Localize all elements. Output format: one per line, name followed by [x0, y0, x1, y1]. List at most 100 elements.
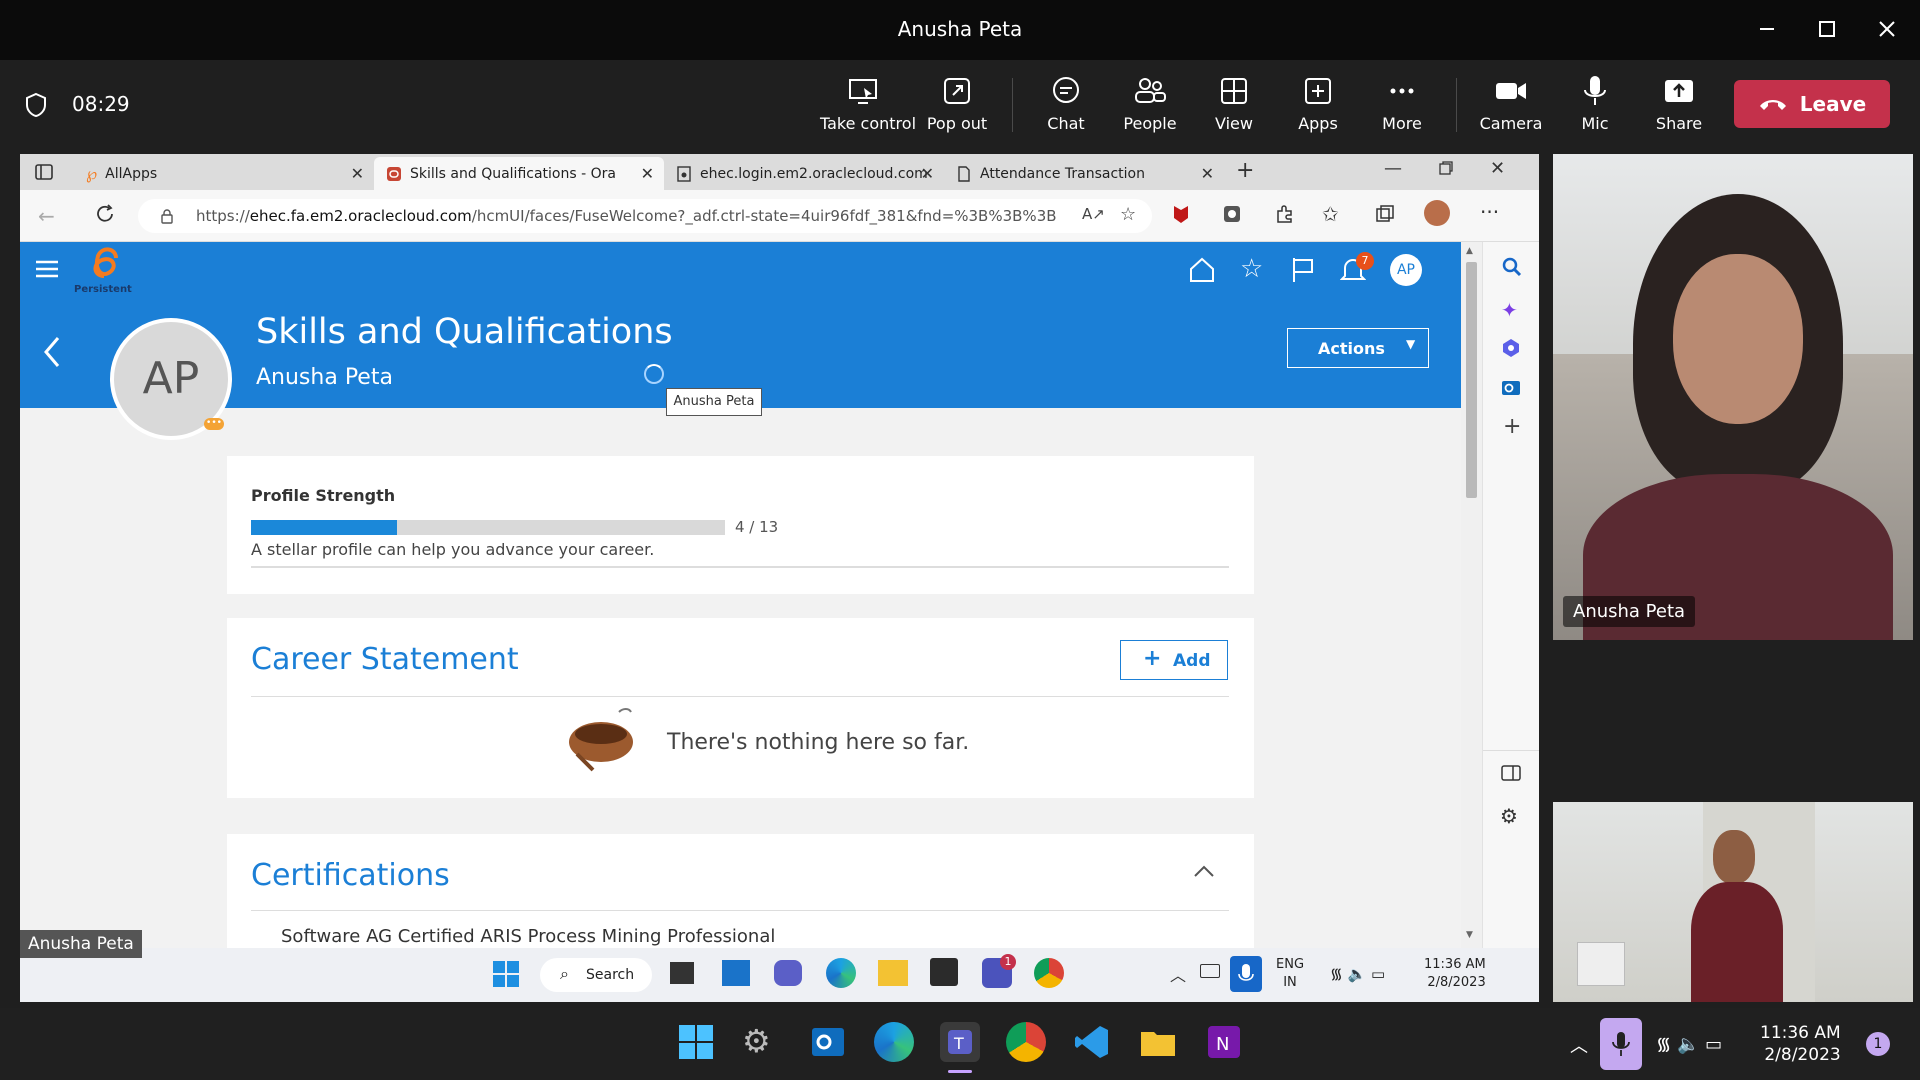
back-arrow-icon[interactable]: ←	[38, 204, 55, 228]
windows-start-icon[interactable]	[492, 960, 520, 988]
collapse-chevron-icon[interactable]	[1193, 864, 1215, 878]
edge-app-icon[interactable]	[874, 1022, 914, 1062]
language-indicator[interactable]: ENG IN	[1276, 956, 1304, 992]
mic-icon	[1578, 74, 1612, 108]
windows-start-icon[interactable]	[676, 1022, 716, 1062]
mcafee-extension-icon[interactable]	[1170, 203, 1192, 225]
user-menu-avatar[interactable]: AP	[1390, 254, 1422, 286]
tab-allapps[interactable]: ℘ AllApps ✕	[74, 157, 374, 190]
favorites-star-icon[interactable]: ☆	[1240, 255, 1263, 283]
remote-clock[interactable]: 11:36 AM 2/8/2023	[1424, 956, 1486, 992]
page-scrollbar[interactable]: ▲ ▼	[1461, 242, 1482, 948]
outlook-icon[interactable]	[1501, 378, 1521, 398]
participant-face	[1673, 254, 1803, 424]
favorites-icon[interactable]: ✩	[1322, 202, 1339, 226]
settings-more-icon[interactable]: ···	[1480, 200, 1499, 224]
hide-sidebar-icon[interactable]	[1501, 764, 1521, 782]
close-tab-icon[interactable]: ✕	[921, 164, 934, 183]
tab-actions-icon[interactable]	[34, 162, 54, 182]
show-hidden-icons-icon[interactable]: ︿	[1570, 1032, 1588, 1058]
scroll-down-icon[interactable]: ▼	[1466, 930, 1473, 940]
refresh-icon[interactable]	[94, 203, 116, 225]
close-tab-icon[interactable]: ✕	[641, 164, 654, 183]
show-hidden-icons-icon[interactable]: ︿	[1170, 962, 1186, 986]
browser-close-button[interactable]: ✕	[1490, 158, 1505, 179]
outlook-app-icon[interactable]	[808, 1022, 848, 1062]
page-header: Persistent ☆ 7 AP Skills and Qualificati…	[20, 242, 1461, 408]
mic-active-icon[interactable]	[1600, 1018, 1642, 1070]
close-tab-icon[interactable]: ✕	[1201, 164, 1214, 183]
wifi-volume-battery-icon[interactable]: ᯾ 🔈 ▭	[1656, 1032, 1722, 1056]
onenote-app-icon[interactable]: N	[1204, 1022, 1244, 1062]
certification-item[interactable]: Software AG Certified ARIS Process Minin…	[281, 926, 775, 947]
participant-video-tile[interactable]: Anusha Peta	[1553, 154, 1913, 640]
pop-out-button[interactable]: Pop out	[914, 74, 1000, 133]
home-icon[interactable]	[1188, 256, 1216, 284]
leave-button[interactable]: Leave	[1734, 80, 1890, 128]
actions-menu-button[interactable]: Actions ▼	[1287, 328, 1429, 368]
file-explorer-icon[interactable]	[1138, 1022, 1178, 1062]
file-explorer-icon[interactable]	[878, 960, 908, 986]
office-icon[interactable]	[1501, 338, 1521, 358]
teams-app-icon[interactable]: T	[940, 1022, 980, 1062]
collections-icon[interactable]	[1374, 203, 1396, 225]
self-video-tile[interactable]	[1553, 802, 1913, 1002]
minimize-button[interactable]	[1752, 14, 1782, 44]
extensions-puzzle-icon[interactable]	[1274, 203, 1296, 225]
mic-active-icon[interactable]	[1230, 956, 1262, 992]
tab-skills-and-qualifications[interactable]: Skills and Qualifications - Oracle ✕	[374, 157, 664, 190]
maximize-button[interactable]	[1812, 14, 1842, 44]
back-chevron-icon[interactable]	[42, 334, 62, 370]
profile-avatar[interactable]	[1424, 200, 1450, 226]
discover-sparkle-icon[interactable]: ✦	[1501, 298, 1518, 322]
take-control-button[interactable]: Take control	[820, 74, 916, 133]
browser-minimize-button[interactable]: —	[1384, 158, 1402, 179]
edge-app-icon[interactable]	[826, 958, 856, 988]
tab-attendance-transaction[interactable]: Attendance Transaction ✕	[944, 157, 1224, 190]
add-career-statement-button[interactable]: + Add	[1120, 640, 1228, 680]
apps-button[interactable]: Apps	[1275, 74, 1361, 133]
share-button[interactable]: Share	[1636, 74, 1722, 133]
divider	[251, 910, 1229, 911]
mic-button[interactable]: Mic	[1552, 74, 1638, 133]
search-icon[interactable]	[1501, 256, 1523, 278]
chrome-app-icon[interactable]	[1006, 1022, 1046, 1062]
hamburger-menu-icon[interactable]	[34, 258, 60, 280]
sidebar-settings-gear-icon[interactable]: ⚙	[1500, 804, 1518, 828]
settings-gear-icon[interactable]: ⚙	[742, 1022, 782, 1062]
keyboard-icon[interactable]	[1200, 964, 1220, 978]
flag-icon[interactable]	[1290, 256, 1316, 284]
people-button[interactable]: People	[1107, 74, 1193, 133]
camera-icon	[1494, 74, 1528, 108]
chat-button[interactable]: Chat	[1023, 74, 1109, 133]
camera-button[interactable]: Camera	[1468, 74, 1554, 133]
vscode-app-icon[interactable]	[1072, 1022, 1112, 1062]
persistent-logo[interactable]: Persistent	[74, 246, 144, 298]
browser-address-row: ← https://ehec.fa.em2.oraclecloud.com/hc…	[20, 190, 1539, 242]
scroll-up-icon[interactable]: ▲	[1466, 246, 1473, 256]
more-button[interactable]: More	[1359, 74, 1445, 133]
chrome-app-icon[interactable]	[1034, 958, 1064, 988]
new-tab-button[interactable]: +	[1236, 158, 1254, 183]
address-bar[interactable]: https://ehec.fa.em2.oraclecloud.com/hcmU…	[138, 199, 1152, 233]
more-dots-badge[interactable]: •••	[204, 418, 224, 430]
view-button[interactable]: View	[1191, 74, 1277, 133]
wifi-volume-battery-icon[interactable]: ᯾ 🔈 ▭	[1330, 964, 1385, 984]
store-app-icon[interactable]	[930, 958, 958, 986]
add-sidebar-app-icon[interactable]: +	[1503, 414, 1521, 439]
widgets-icon[interactable]	[722, 960, 750, 986]
chat-app-icon[interactable]	[774, 960, 802, 986]
taskbar-search[interactable]: ⌕ Search	[540, 958, 652, 992]
browser-restore-button[interactable]	[1438, 160, 1454, 176]
task-view-icon[interactable]	[670, 962, 694, 984]
add-favorite-icon[interactable]: ☆	[1120, 204, 1136, 225]
profile-strength-title: Profile Strength	[251, 486, 396, 505]
tab-ehec-login[interactable]: ehec.login.em2.oraclecloud.com ✕	[664, 157, 944, 190]
extension-icon[interactable]	[1222, 204, 1242, 224]
close-tab-icon[interactable]: ✕	[351, 164, 364, 183]
local-clock[interactable]: 11:36 AM 2/8/2023	[1760, 1022, 1841, 1066]
read-aloud-icon[interactable]: A↗	[1082, 205, 1105, 223]
close-window-button[interactable]	[1872, 14, 1902, 44]
notification-center-badge[interactable]: 1	[1866, 1032, 1890, 1056]
scrollbar-thumb[interactable]	[1466, 262, 1477, 498]
